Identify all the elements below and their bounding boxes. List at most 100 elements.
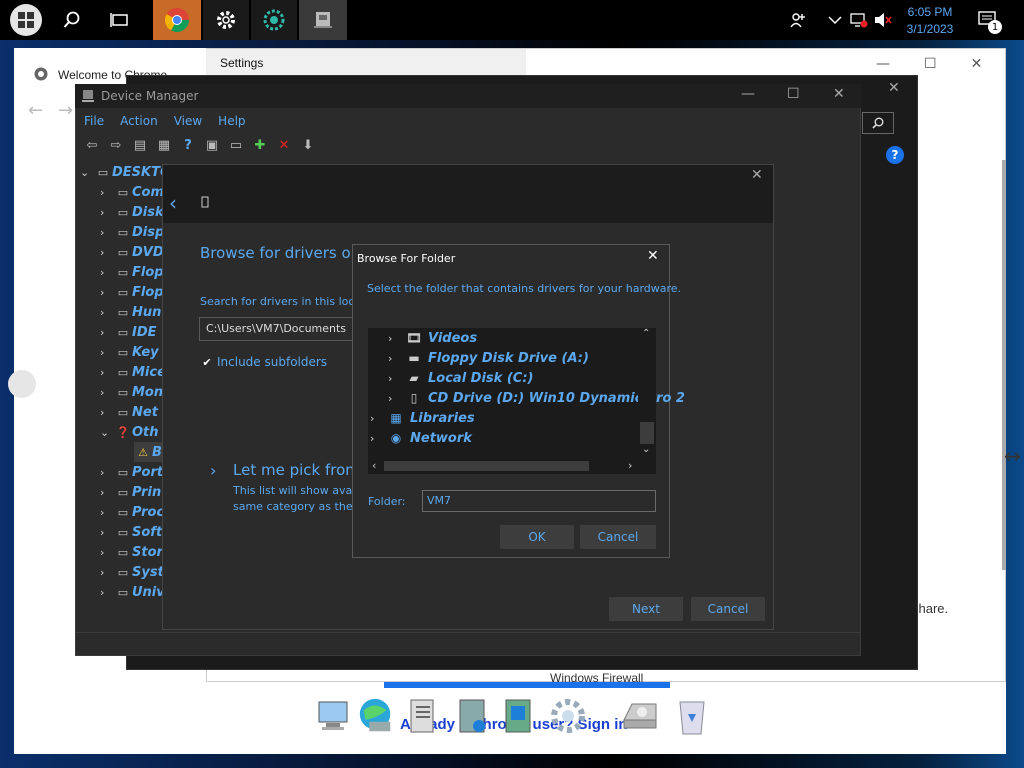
dm-minimize-icon[interactable]: — <box>741 86 755 102</box>
libraries-icon: ▦ <box>390 411 402 425</box>
tree-item[interactable]: › ▭ Net <box>100 402 158 422</box>
include-subfolders-checkbox[interactable]: ✔ <box>201 356 213 369</box>
include-subfolders-row[interactable]: ✔ Include subfolders <box>201 355 327 369</box>
search-icon[interactable] <box>56 0 88 40</box>
scroll-right-icon[interactable]: › <box>628 459 632 472</box>
help-icon[interactable]: ? <box>886 146 904 164</box>
cancel-button[interactable]: Cancel <box>691 597 765 621</box>
back-icon[interactable]: ⇦ <box>82 136 102 154</box>
tree-item[interactable]: › ▭ DVD <box>100 242 164 262</box>
pick-heading[interactable]: Let me pick from <box>233 461 360 479</box>
people-icon[interactable] <box>786 0 810 40</box>
clock[interactable]: 6:05 PM 3/1/2023 <box>900 4 960 38</box>
settings-gear-taskbar-icon[interactable] <box>203 0 249 40</box>
folder-horizontal-scrollbar[interactable]: ‹ › <box>368 458 638 474</box>
tree-item[interactable]: ⌄ ❓ Oth <box>100 422 159 442</box>
back-arrow-icon[interactable]: ← <box>28 100 43 121</box>
recycle-bin-icon[interactable] <box>672 694 712 738</box>
network-status-icon[interactable] <box>848 0 870 40</box>
forward-icon[interactable]: ⇨ <box>106 136 126 154</box>
tree-item[interactable]: › ▭ Mice <box>100 362 166 382</box>
music-icon[interactable] <box>454 694 494 738</box>
horizontal-scroll-thumb[interactable] <box>384 461 589 471</box>
tree-item[interactable]: › ▭ Proc <box>100 502 164 522</box>
help-toolbar-icon[interactable]: ? <box>178 136 198 154</box>
tree-item[interactable]: › ▭ Univ <box>100 582 165 602</box>
tree-item[interactable]: › ▭ Key <box>100 342 159 362</box>
tree-item[interactable]: › ▭ Soft <box>100 522 162 542</box>
tree-root[interactable]: ⌄ ▭ DESKTO <box>80 162 171 182</box>
pictures-icon[interactable] <box>500 694 540 738</box>
network-app-taskbar-icon[interactable] <box>251 0 297 40</box>
chrome-taskbar-icon[interactable] <box>153 0 201 40</box>
tree-item[interactable]: › ▭ Com <box>100 182 164 202</box>
tree-item[interactable]: › ▭ Disk <box>100 202 164 222</box>
add-driver-icon[interactable]: ✚ <box>250 136 270 154</box>
folder-item-local-disk[interactable]: › ▰ Local Disk (C:) <box>388 368 533 388</box>
folder-input[interactable]: VM7 <box>422 490 656 512</box>
settings-window-controls: — ☐ ✕ <box>876 56 996 76</box>
maximize-icon[interactable]: ☐ <box>924 56 937 76</box>
volume-muted-icon[interactable] <box>872 0 894 40</box>
folder-item-videos[interactable]: › 🎞 Videos <box>388 328 477 348</box>
folder-vertical-scrollbar[interactable]: ⌃ ⌄ <box>638 328 656 458</box>
update-drivers-close-icon[interactable]: ✕ <box>751 167 763 183</box>
tree-item[interactable]: › ▭ Prin <box>100 482 161 502</box>
view-icon[interactable]: ▣ <box>202 136 222 154</box>
settings-gear-dock-icon[interactable] <box>548 694 588 738</box>
pick-description-1: This list will show avail <box>233 484 359 497</box>
driver-path-input[interactable]: C:\Users\VM7\Documents <box>199 317 359 341</box>
tree-item[interactable]: › ▭ Flop <box>100 262 164 282</box>
pick-arrow-icon: › <box>210 461 217 480</box>
tree-item[interactable]: › ▭ Stor <box>100 542 163 562</box>
browse-close-icon[interactable]: ✕ <box>647 248 659 264</box>
back-arrow-icon[interactable]: ‹ <box>169 193 177 213</box>
tree-item[interactable]: › ▭ Mon <box>100 382 163 402</box>
documents-icon[interactable] <box>404 694 444 738</box>
uninstall-icon[interactable]: ✕ <box>274 136 294 154</box>
device-manager-taskbar-icon[interactable] <box>299 0 347 40</box>
close-icon[interactable]: ✕ <box>971 56 983 76</box>
folder-tree[interactable]: › 🎞 Videos › ▬ Floppy Disk Drive (A:) › ▰ Loca… <box>368 328 685 474</box>
tree-item[interactable]: › ▭ Flop <box>100 282 164 302</box>
tree-item[interactable]: › ▭ Port <box>100 462 163 482</box>
settings-scrollbar[interactable] <box>1002 160 1006 570</box>
scroll-up-icon[interactable]: ⌃ <box>642 328 650 339</box>
tree-item[interactable]: › ▭ Disp <box>100 222 164 242</box>
menu-file[interactable]: File <box>76 114 112 128</box>
vertical-scroll-thumb[interactable] <box>640 422 654 444</box>
menu-view[interactable]: View <box>166 114 210 128</box>
tree-item[interactable]: › ▭ IDE <box>100 322 157 342</box>
update-driver-icon[interactable]: ⬇ <box>298 136 318 154</box>
folder-item-libraries[interactable]: › ▦ Libraries <box>370 408 475 428</box>
include-subfolders-label: Include subfolders <box>217 355 328 369</box>
tree-item-selected[interactable]: ⚠ B <box>134 442 162 462</box>
dm-close-icon[interactable]: ✕ <box>833 86 845 102</box>
show-hide-tree-icon[interactable]: ▤ <box>130 136 150 154</box>
next-button[interactable]: Next <box>609 597 683 621</box>
scroll-down-icon[interactable]: ⌄ <box>642 444 650 455</box>
properties-icon[interactable]: ▦ <box>154 136 174 154</box>
scan-hardware-icon[interactable]: ▭ <box>226 136 246 154</box>
minimize-icon[interactable]: — <box>876 56 890 76</box>
forward-arrow-icon[interactable]: → <box>58 100 73 121</box>
folder-item-floppy[interactable]: › ▬ Floppy Disk Drive (A:) <box>388 348 589 368</box>
ok-button[interactable]: OK <box>500 525 574 549</box>
windows-start-icon[interactable] <box>6 0 46 40</box>
scroll-left-icon[interactable]: ‹ <box>372 459 376 472</box>
folder-item-network[interactable]: › ◉ Network <box>370 428 472 448</box>
dm-maximize-icon[interactable]: ☐ <box>787 86 800 102</box>
this-pc-icon[interactable] <box>314 694 354 738</box>
browse-cancel-button[interactable]: Cancel <box>580 525 656 549</box>
network-globe-icon[interactable] <box>356 694 396 738</box>
dark-window-close-icon[interactable]: ✕ <box>888 80 900 96</box>
task-view-icon[interactable] <box>104 0 136 40</box>
menu-action[interactable]: Action <box>112 114 166 128</box>
disk-drive-icon[interactable] <box>620 694 660 738</box>
chevron-up-tray-icon[interactable] <box>826 0 844 40</box>
action-center-icon[interactable]: 1 <box>974 0 1002 40</box>
menu-help[interactable]: Help <box>210 114 253 128</box>
search-button[interactable] <box>862 112 894 134</box>
tree-item[interactable]: › ▭ Hun <box>100 302 161 322</box>
tree-item[interactable]: › ▭ Syst <box>100 562 164 582</box>
